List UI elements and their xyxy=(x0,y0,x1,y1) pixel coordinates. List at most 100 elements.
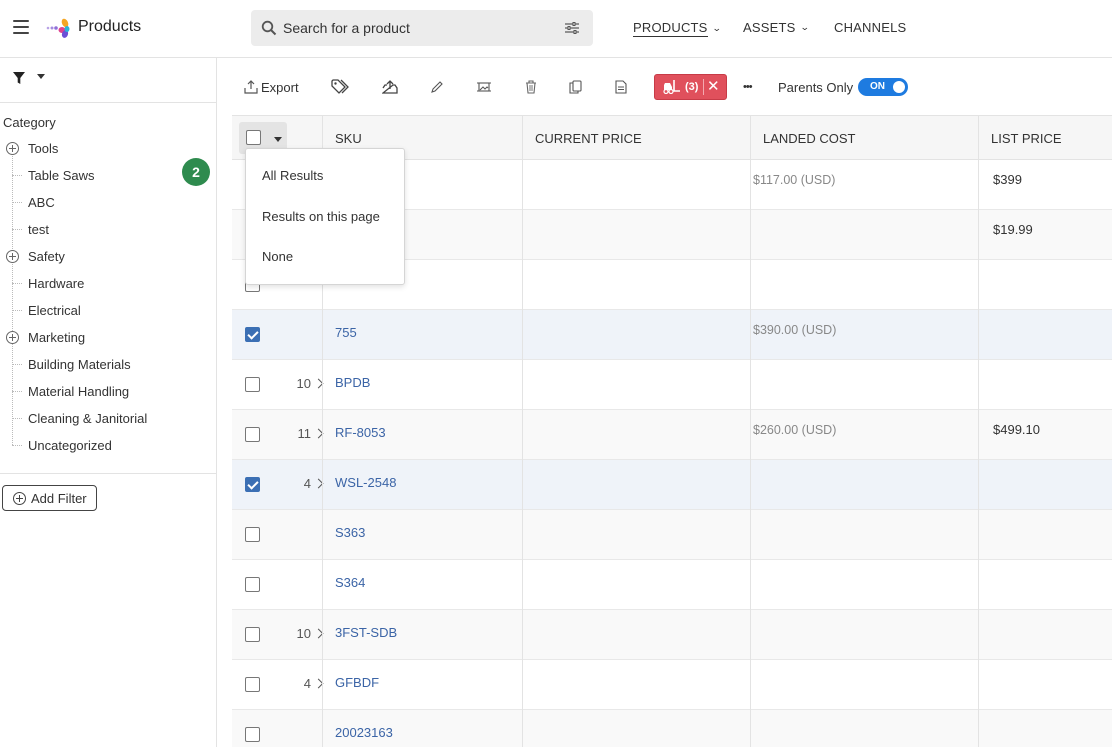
table-row[interactable]: S363 xyxy=(232,510,1112,560)
table-row[interactable]: 755 $390.00 (USD) xyxy=(232,310,1112,360)
table-row[interactable]: 10 3FST-SDB xyxy=(232,610,1112,660)
table-row[interactable]: 11 RF-8053 $260.00 (USD) $499.10 xyxy=(232,410,1112,460)
table-row[interactable]: 4 GFBDF xyxy=(232,660,1112,710)
image-frame-icon xyxy=(477,82,491,92)
tree-item-hardware[interactable]: Hardware xyxy=(28,276,84,291)
tree-item-cleaning-janitorial[interactable]: Cleaning & Janitorial xyxy=(28,411,147,426)
sku-link[interactable]: 20023163 xyxy=(335,725,393,740)
duplicate-button[interactable] xyxy=(569,78,582,96)
row-checkbox[interactable] xyxy=(245,477,260,492)
child-count-toggle[interactable]: 10 xyxy=(262,610,324,660)
upload-button[interactable] xyxy=(382,78,398,96)
copy-icon xyxy=(569,80,582,94)
filter-icon[interactable] xyxy=(12,71,26,85)
table-row[interactable]: 4 WSL-2548 xyxy=(232,460,1112,510)
close-icon[interactable]: ✕ xyxy=(707,77,720,95)
column-header-current-price[interactable]: CURRENT PRICE xyxy=(535,131,642,146)
sku-link[interactable]: GFBDF xyxy=(335,675,379,690)
row-checkbox[interactable] xyxy=(245,327,260,342)
column-header-sku[interactable]: SKU xyxy=(335,131,362,146)
sku-link[interactable]: RF-8053 xyxy=(335,425,386,440)
select-none-option[interactable]: None xyxy=(262,249,293,264)
select-all-checkbox[interactable] xyxy=(246,130,261,145)
tree-item-safety[interactable]: Safety xyxy=(28,249,65,264)
row-checkbox[interactable] xyxy=(245,427,260,442)
nav-channels[interactable]: CHANNELS xyxy=(834,20,906,35)
column-header-landed-cost[interactable]: LANDED COST xyxy=(763,131,855,146)
sku-link[interactable]: WSL-2548 xyxy=(335,475,396,490)
tree-connector xyxy=(12,202,22,203)
row-checkbox[interactable] xyxy=(245,377,260,392)
app-title: Products xyxy=(78,18,142,35)
edit-button[interactable] xyxy=(430,78,444,96)
parents-only-toggle[interactable]: ON xyxy=(858,78,908,96)
pill-separator xyxy=(703,79,704,95)
tree-item-uncategorized[interactable]: Uncategorized xyxy=(28,438,112,453)
child-count-toggle[interactable]: 10 xyxy=(262,360,324,410)
landed-cost-value: $260.00 (USD) xyxy=(753,423,837,437)
child-count-toggle[interactable]: 11 xyxy=(262,410,324,460)
more-options-button[interactable]: ••• xyxy=(743,78,753,96)
child-count-value: 11 xyxy=(297,426,312,441)
hamburger-menu-icon[interactable] xyxy=(13,20,29,34)
tree-item-electrical[interactable]: Electrical xyxy=(28,303,81,318)
column-header-list-price[interactable]: LIST PRICE xyxy=(991,131,1062,146)
category-title: Category xyxy=(3,115,56,130)
filter-bar xyxy=(0,58,216,103)
forklift-filter-pill[interactable]: (3) ✕ xyxy=(654,74,727,100)
table-row[interactable]: 10 BPDB xyxy=(232,360,1112,410)
child-count-toggle[interactable]: 4 xyxy=(262,660,324,710)
expand-icon[interactable] xyxy=(6,250,19,263)
nav-assets-label: ASSETS xyxy=(743,20,796,35)
sidebar: Category 2 Tools Table Saws ABC test Saf… xyxy=(0,58,217,747)
sku-link[interactable]: 3FST-SDB xyxy=(335,625,397,640)
search-bar xyxy=(251,10,593,46)
select-all-results-option[interactable]: All Results xyxy=(262,168,323,183)
toggle-state-label: ON xyxy=(870,81,885,92)
tree-item-material-handling[interactable]: Material Handling xyxy=(28,384,129,399)
row-checkbox[interactable] xyxy=(245,527,260,542)
child-count: 4 xyxy=(304,476,324,491)
tree-connector xyxy=(12,175,22,176)
row-checkbox[interactable] xyxy=(245,577,260,592)
sku-link[interactable]: 755 xyxy=(335,325,357,340)
table-row[interactable]: 20023163 xyxy=(232,710,1112,747)
tree-item-marketing[interactable]: Marketing xyxy=(28,330,85,345)
tree-connector xyxy=(12,445,22,446)
filter-settings-icon[interactable] xyxy=(565,22,579,34)
search-input[interactable] xyxy=(283,18,553,38)
tree-item-abc[interactable]: ABC xyxy=(28,195,55,210)
add-filter-button[interactable]: Add Filter xyxy=(2,485,97,511)
column-divider xyxy=(978,115,979,747)
forklift-count: (3) xyxy=(685,81,699,93)
pencil-icon xyxy=(431,81,443,93)
delete-button[interactable] xyxy=(525,78,537,96)
child-count: 10 xyxy=(297,376,324,391)
tree-item-table-saws[interactable]: Table Saws xyxy=(28,168,94,183)
image-button[interactable] xyxy=(477,78,491,96)
tree-item-tools[interactable]: Tools xyxy=(28,141,58,156)
export-button[interactable]: Export xyxy=(244,78,299,96)
expand-icon[interactable] xyxy=(6,331,19,344)
tree-connector xyxy=(12,310,22,311)
row-checkbox[interactable] xyxy=(245,677,260,692)
tree-item-building-materials[interactable]: Building Materials xyxy=(28,357,131,372)
filter-dropdown-caret-icon[interactable] xyxy=(37,74,45,79)
expand-icon[interactable] xyxy=(6,142,19,155)
select-page-results-option[interactable]: Results on this page xyxy=(262,209,380,224)
nav-products[interactable]: PRODUCTS ⌄ xyxy=(633,20,721,37)
nav-assets[interactable]: ASSETS ⌄ xyxy=(743,20,809,35)
sku-link[interactable]: S364 xyxy=(335,575,365,590)
sku-link[interactable]: BPDB xyxy=(335,375,370,390)
row-checkbox[interactable] xyxy=(245,627,260,642)
child-count-toggle[interactable]: 4 xyxy=(262,460,324,510)
sku-link[interactable]: S363 xyxy=(335,525,365,540)
document-button[interactable] xyxy=(615,78,627,96)
table-row[interactable]: S364 xyxy=(232,560,1112,610)
action-toolbar: Export (3) ✕ ••• Parents Only ON xyxy=(232,58,1112,115)
add-filter-label: Add Filter xyxy=(31,490,87,506)
row-checkbox[interactable] xyxy=(245,727,260,742)
tree-item-test[interactable]: test xyxy=(28,222,49,237)
tag-button[interactable] xyxy=(331,78,349,96)
select-menu-caret-icon[interactable] xyxy=(274,137,282,142)
